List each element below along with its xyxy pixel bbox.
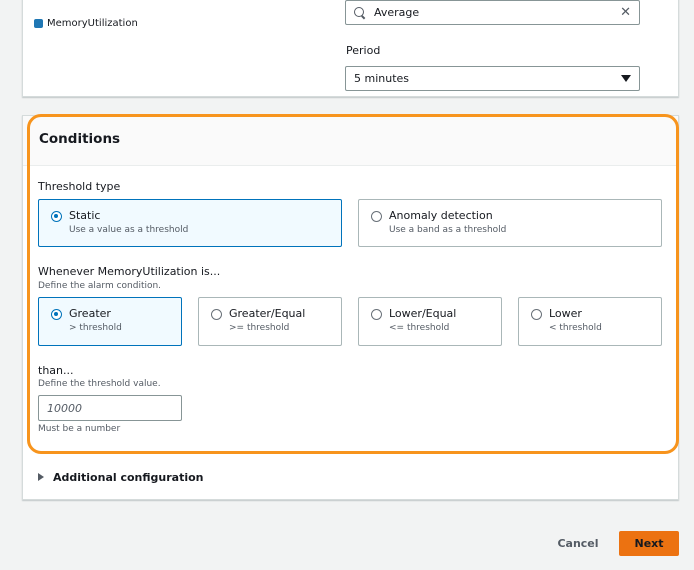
tile-title: Anomaly detection xyxy=(389,209,493,222)
radio-greater-equal[interactable] xyxy=(211,309,222,320)
statistic-input[interactable]: Average ✕ xyxy=(345,0,640,25)
tile-title: Greater xyxy=(69,307,111,320)
condition-greater[interactable]: Greater > threshold xyxy=(38,297,182,346)
tile-desc: >= threshold xyxy=(229,323,290,333)
close-icon[interactable]: ✕ xyxy=(620,5,631,20)
threshold-constraint: Must be a number xyxy=(38,424,121,434)
tile-title: Greater/Equal xyxy=(229,307,306,320)
radio-static[interactable] xyxy=(51,211,62,222)
search-icon xyxy=(354,6,366,19)
tile-title: Lower xyxy=(549,307,582,320)
than-label: than... xyxy=(38,364,74,377)
radio-greater[interactable] xyxy=(51,309,62,320)
period-label: Period xyxy=(346,44,381,57)
radio-lower-equal[interactable] xyxy=(371,309,382,320)
condition-lower-equal[interactable]: Lower/Equal <= threshold xyxy=(358,297,502,346)
statistic-value: Average xyxy=(374,6,420,19)
radio-lower[interactable] xyxy=(531,309,542,320)
additional-configuration-label: Additional configuration xyxy=(53,470,204,484)
next-button[interactable]: Next xyxy=(619,531,679,556)
threshold-type-static[interactable]: Static Use a value as a threshold xyxy=(38,199,342,247)
period-select[interactable]: 5 minutes xyxy=(345,66,640,91)
threshold-type-anomaly[interactable]: Anomaly detection Use a band as a thresh… xyxy=(358,199,662,247)
threshold-input[interactable]: 10000 xyxy=(38,395,182,421)
caret-down-icon xyxy=(621,75,631,82)
conditions-title: Conditions xyxy=(23,116,678,166)
tile-desc: < threshold xyxy=(549,323,602,333)
cancel-button[interactable]: Cancel xyxy=(548,531,608,556)
tile-desc: Use a value as a threshold xyxy=(69,225,189,235)
tile-title: Lower/Equal xyxy=(389,307,457,320)
tile-desc: <= threshold xyxy=(389,323,450,333)
legend-swatch xyxy=(34,19,43,28)
condition-lower[interactable]: Lower < threshold xyxy=(518,297,662,346)
whenever-label: Whenever MemoryUtilization is... xyxy=(38,265,221,278)
tile-desc: > threshold xyxy=(69,323,122,333)
legend-label: MemoryUtilization xyxy=(47,18,138,29)
chart-legend: MemoryUtilization xyxy=(34,18,138,29)
tile-desc: Use a band as a threshold xyxy=(389,225,507,235)
threshold-placeholder: 10000 xyxy=(47,401,82,415)
caret-right-icon xyxy=(38,473,44,481)
than-desc: Define the threshold value. xyxy=(38,379,161,389)
additional-configuration-toggle[interactable]: Additional configuration xyxy=(22,455,679,499)
period-value: 5 minutes xyxy=(354,72,410,85)
condition-greater-equal[interactable]: Greater/Equal >= threshold xyxy=(198,297,342,346)
radio-anomaly[interactable] xyxy=(371,211,382,222)
tile-title: Static xyxy=(69,209,101,222)
threshold-type-label: Threshold type xyxy=(38,180,121,193)
whenever-desc: Define the alarm condition. xyxy=(38,281,162,291)
